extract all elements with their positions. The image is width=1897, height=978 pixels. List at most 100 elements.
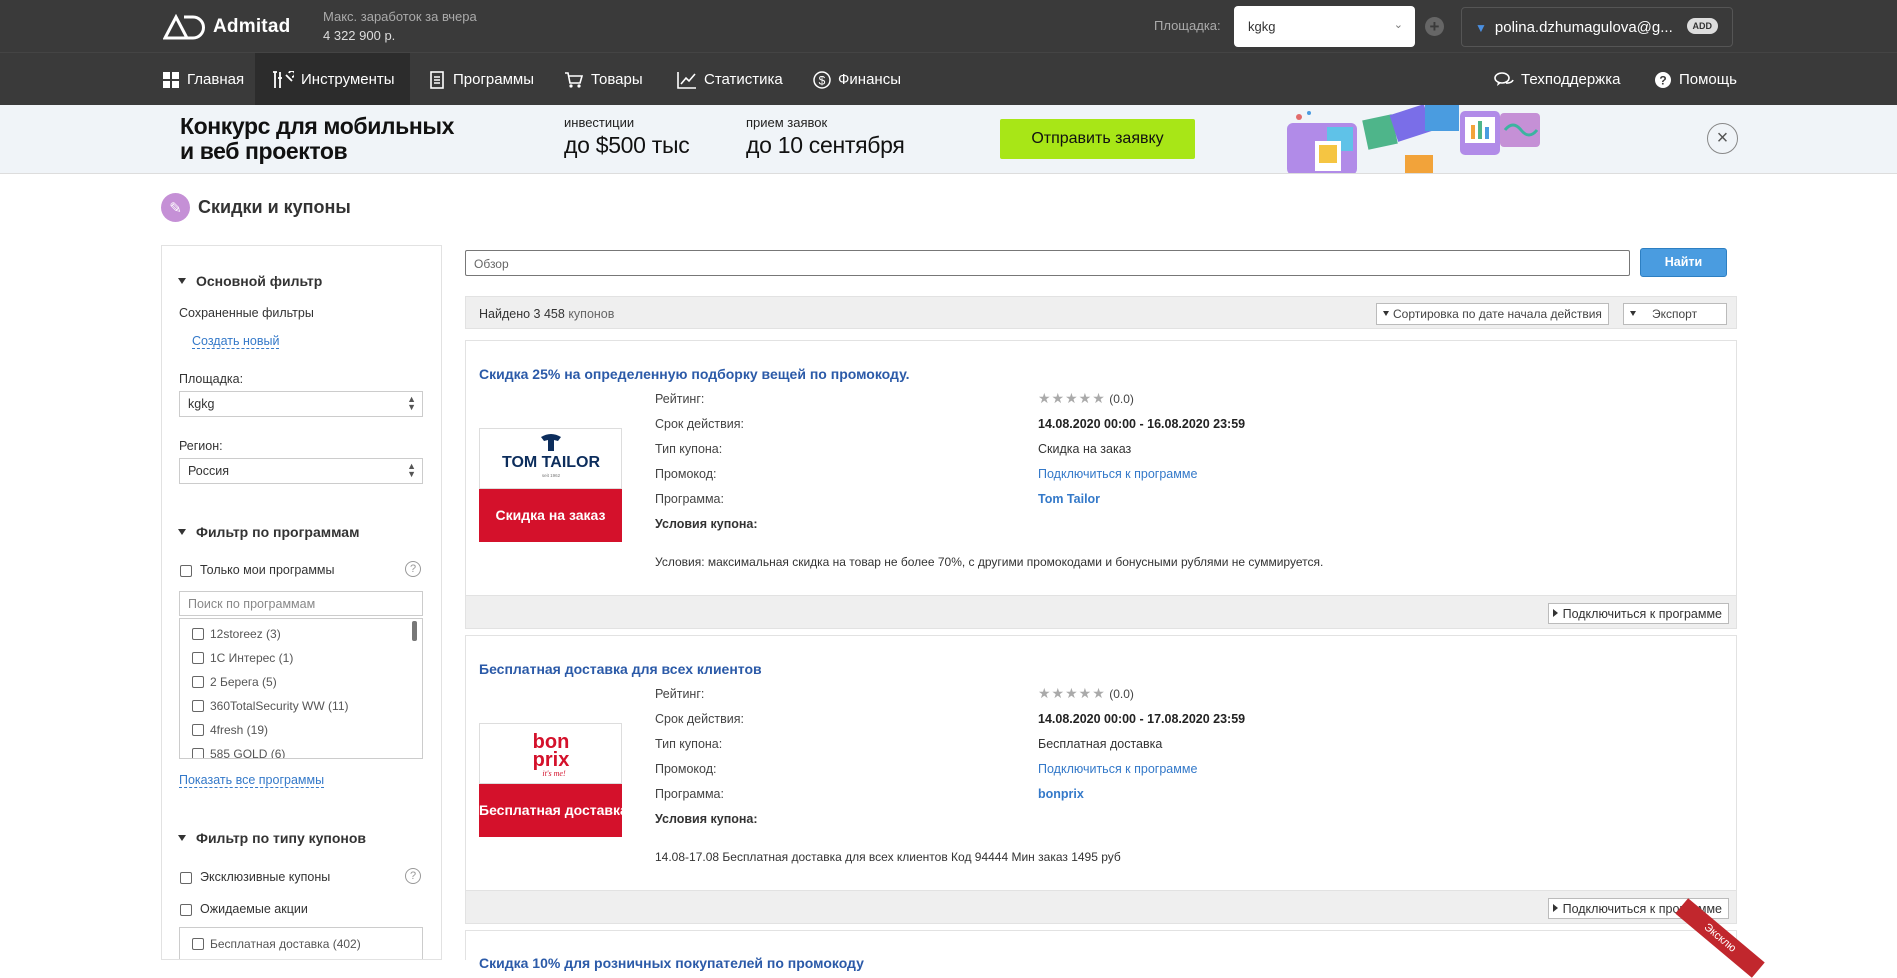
program-search-input[interactable]: Поиск по программам: [179, 591, 423, 616]
add-platform-button[interactable]: +: [1425, 17, 1444, 36]
user-menu[interactable]: ▼ polina.dzhumagulova@g... ADD: [1461, 7, 1733, 47]
coupon-title-link[interactable]: Бесплатная доставка для всех клиентов: [479, 661, 762, 677]
promocode-connect-link[interactable]: Подключиться к программе: [1038, 467, 1197, 481]
connect-program-label: Подключиться к программе: [1562, 607, 1722, 621]
coupon-title-link[interactable]: Скидка 10% для розничных покупателей по …: [479, 955, 864, 971]
filter-sidebar: Основной фильтр Сохраненные фильтры Созд…: [161, 245, 442, 960]
program-checkbox[interactable]: [192, 652, 204, 664]
user-email: polina.dzhumagulova@g...: [1494, 19, 1673, 36]
results-count-number: Найдено 3 458: [479, 307, 565, 321]
promocode-connect-link[interactable]: Подключиться к программе: [1038, 762, 1197, 776]
help-question-icon[interactable]: ?: [405, 868, 421, 884]
results-count-unit: купонов: [568, 307, 615, 321]
grid-icon: [163, 71, 179, 88]
coupon-search-input[interactable]: Обзор: [465, 250, 1630, 276]
help-question-icon[interactable]: ?: [405, 561, 421, 577]
nav-item-finance[interactable]: $ Финансы: [813, 53, 901, 106]
top-bar: Admitad Макс. заработок за вчера 4 322 9…: [0, 0, 1897, 52]
logo-main-text: TOM TAILOR: [502, 454, 601, 471]
program-label: Программа:: [655, 492, 724, 506]
export-dropdown-button[interactable]: Экспорт: [1623, 303, 1727, 325]
program-list-scrollbar[interactable]: [412, 621, 417, 641]
caret-right-icon: [1552, 609, 1558, 617]
platform-filter-select[interactable]: kgkg ▲ ▼: [179, 391, 423, 417]
user-status-icon: ▼: [1475, 21, 1487, 35]
program-filter-heading[interactable]: Фильтр по программам: [178, 524, 359, 540]
sort-label: Сортировка по дате начала действия: [1393, 307, 1602, 321]
saved-filters-label: Сохраненные фильтры: [179, 306, 314, 320]
banner-title-line2: и веб проектов: [180, 138, 348, 164]
close-banner-button[interactable]: ×: [1707, 123, 1738, 154]
coupon-card: Скидка 10% для розничных покупателей по …: [465, 930, 1737, 971]
logo-sub-text: seit 1962: [542, 473, 561, 478]
coupon-type-list: Бесплатная доставка (402): [179, 927, 423, 959]
nav-support-label: Техподдержка: [1521, 71, 1621, 88]
dollar-icon: $: [813, 70, 831, 89]
coupon-type-value: Скидка на заказ: [1038, 442, 1132, 456]
only-my-programs-checkbox[interactable]: [180, 565, 192, 577]
promo-banner: Конкурс для мобильных и веб проектов инв…: [0, 105, 1897, 174]
cart-icon: [565, 71, 584, 88]
expected-promos-checkbox[interactable]: [180, 904, 192, 916]
coupon-type-checkbox[interactable]: [192, 938, 204, 950]
conditions-text: 14.08-17.08 Бесплатная доставка для всех…: [655, 850, 1121, 864]
platform-select-value: kgkg: [1248, 19, 1276, 34]
submit-application-button[interactable]: Отправить заявку: [1000, 119, 1195, 159]
program-label: 12storeez (3): [210, 627, 281, 641]
rating-number: (0.0): [1109, 392, 1134, 406]
export-label: Экспорт: [1652, 307, 1698, 321]
program-label: 360TotalSecurity WW (11): [210, 699, 349, 713]
program-label: Программа:: [655, 787, 724, 801]
nav-help-label: Помощь: [1679, 71, 1737, 88]
nav-item-products[interactable]: Товары: [564, 53, 643, 106]
nav-item-label: Главная: [187, 71, 245, 88]
program-checkbox[interactable]: [192, 724, 204, 736]
sort-dropdown-button[interactable]: Сортировка по дате начала действия: [1376, 303, 1609, 325]
find-button[interactable]: Найти: [1640, 248, 1727, 277]
program-checkbox[interactable]: [192, 748, 204, 758]
banner-deadline-label: прием заявок: [746, 115, 828, 130]
nav-item-programs[interactable]: Программы: [428, 53, 534, 106]
region-filter-select[interactable]: Россия ▲ ▼: [179, 458, 423, 484]
create-filter-link[interactable]: Создать новый: [192, 334, 280, 349]
earnings-label: Макс. заработок за вчера: [323, 9, 477, 24]
show-all-programs-link[interactable]: Показать все программы: [179, 773, 325, 788]
coupon-title-link[interactable]: Скидка 25% на определенную подборку веще…: [479, 366, 910, 382]
nav-item-support[interactable]: Техподдержка: [1494, 53, 1620, 106]
document-icon: [430, 70, 444, 89]
coupon-type-badge: Бесплатная доставка: [479, 784, 628, 837]
page-title-text: Скидки и купоны: [198, 197, 351, 217]
banner-deadline-value: до 10 сентября: [746, 132, 905, 158]
svg-text:?: ?: [1659, 73, 1666, 87]
coupon-card: Скидка 25% на определенную подборку веще…: [465, 340, 1737, 629]
bonprix-logo[interactable]: bon prix it's me!: [479, 723, 622, 784]
tom-tailor-logo[interactable]: TOM TAILOR seit 1962: [479, 428, 622, 489]
nav-item-label: Инструменты: [301, 71, 395, 88]
nav-item-statistics[interactable]: Статистика: [677, 53, 783, 106]
exclusive-coupons-checkbox[interactable]: [180, 872, 192, 884]
program-checkbox[interactable]: [192, 628, 204, 640]
rating-stars-icon: ★★★★★: [1038, 685, 1106, 701]
rating-label: Рейтинг:: [655, 687, 705, 701]
coupon-type-filter-heading[interactable]: Фильтр по типу купонов: [178, 830, 366, 846]
tom-tailor-logo-image: TOM TAILOR seit 1962: [502, 434, 601, 478]
program-link[interactable]: bonprix: [1038, 787, 1084, 801]
main-filter-heading[interactable]: Основной фильтр: [178, 273, 322, 289]
banner-invest-value: до $500 тыс: [564, 132, 690, 158]
nav-item-tools[interactable]: Инструменты: [255, 53, 410, 106]
program-label: 1С Интерес (1): [210, 651, 294, 665]
program-list: 12storeez (3) 1С Интерес (1) 2 Берега (5…: [179, 618, 423, 759]
connect-program-button[interactable]: Подключиться к программе: [1547, 603, 1729, 624]
nav-item-help[interactable]: ? Помощь: [1654, 53, 1737, 106]
platform-select[interactable]: kgkg ⌄: [1234, 6, 1415, 47]
coupon-card: Бесплатная доставка для всех клиентов bo…: [465, 635, 1737, 924]
program-link[interactable]: Tom Tailor: [1038, 492, 1100, 506]
nav-item-home[interactable]: Главная: [162, 53, 244, 106]
program-checkbox[interactable]: [192, 700, 204, 712]
nav-item-label: Товары: [591, 71, 643, 88]
only-my-programs-label: Только мои программы: [200, 563, 335, 577]
program-checkbox[interactable]: [192, 676, 204, 688]
platform-label: Площадка:: [1154, 18, 1221, 33]
admitad-logo[interactable]: Admitad: [163, 14, 290, 40]
program-label: 585 GOLD (6): [210, 747, 286, 759]
